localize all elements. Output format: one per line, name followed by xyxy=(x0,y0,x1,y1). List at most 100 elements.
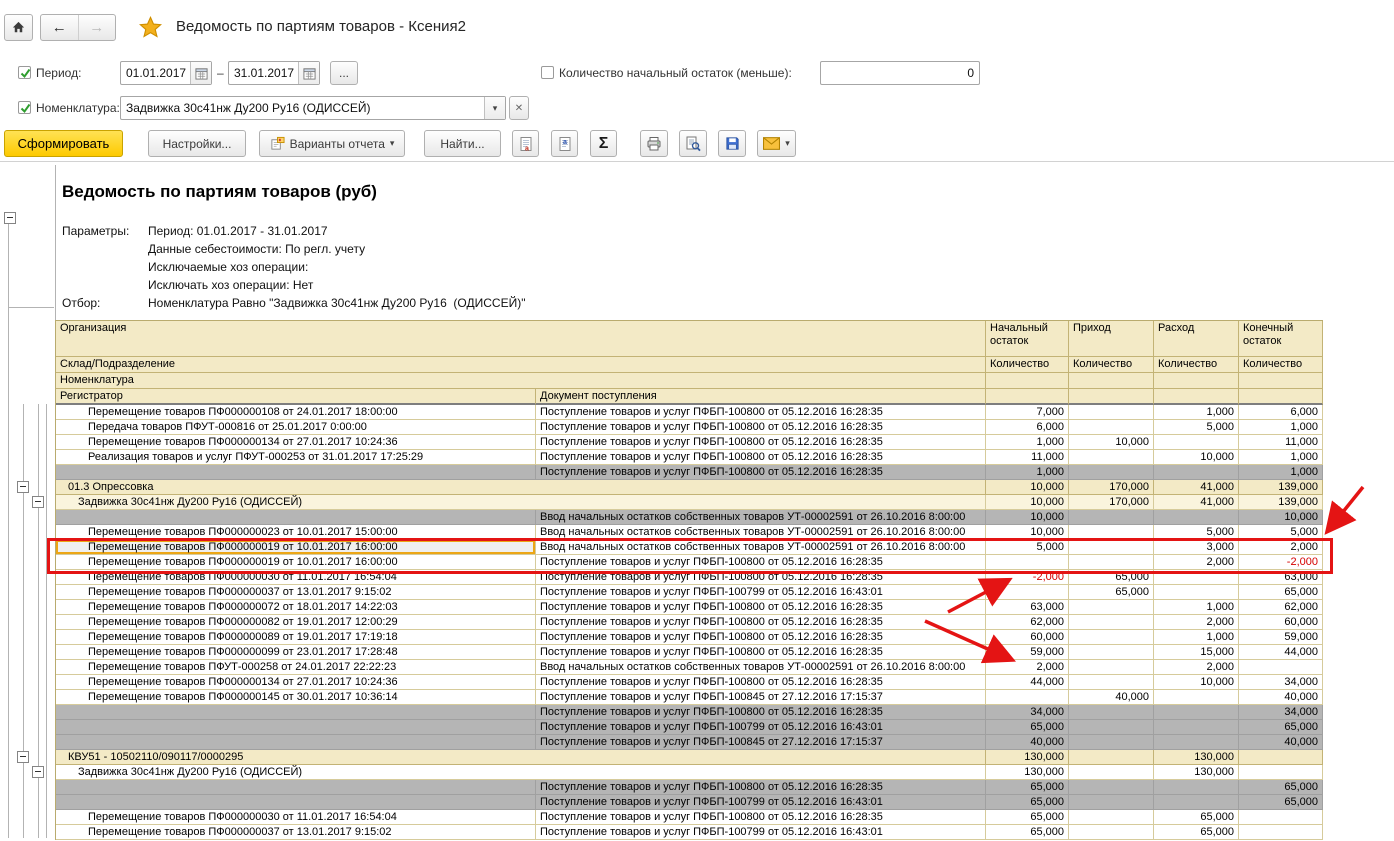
value-cell[interactable]: 34,000 xyxy=(1239,675,1323,690)
registrator-cell[interactable]: Перемещение товаров ПФ000000019 от 10.01… xyxy=(56,540,536,555)
value-cell[interactable]: 65,000 xyxy=(986,795,1069,810)
value-cell[interactable]: 2,000 xyxy=(1154,615,1239,630)
collapse-group-button[interactable] xyxy=(32,496,44,508)
registrator-cell[interactable]: Перемещение товаров ПФУТ-000258 от 24.01… xyxy=(56,660,536,675)
document-cell[interactable]: Поступление товаров и услуг ПФБП-100800 … xyxy=(536,555,986,570)
value-cell[interactable]: -2,000 xyxy=(1239,555,1323,570)
registrator-cell[interactable] xyxy=(56,795,536,810)
registrator-cell[interactable] xyxy=(56,705,536,720)
document-cell[interactable]: Поступление товаров и услуг ПФБП-100800 … xyxy=(536,645,986,660)
value-cell[interactable]: 2,000 xyxy=(1154,555,1239,570)
period-from-field[interactable]: 01.01.2017 xyxy=(120,61,212,85)
qty-threshold-checkbox[interactable] xyxy=(541,66,554,79)
registrator-cell[interactable]: Перемещение товаров ПФ000000030 от 11.01… xyxy=(56,570,536,585)
value-cell[interactable]: 5,000 xyxy=(1239,525,1323,540)
value-cell[interactable]: 1,000 xyxy=(986,465,1069,480)
value-cell[interactable]: 10,000 xyxy=(1239,510,1323,525)
registrator-cell[interactable]: Перемещение товаров ПФ000000108 от 24.01… xyxy=(56,405,536,420)
registrator-cell[interactable]: Перемещение товаров ПФ000000145 от 30.01… xyxy=(56,690,536,705)
value-cell[interactable]: 65,000 xyxy=(1239,795,1323,810)
value-cell[interactable]: 44,000 xyxy=(1239,645,1323,660)
value-cell[interactable]: 1,000 xyxy=(1154,600,1239,615)
value-cell[interactable]: 11,000 xyxy=(986,450,1069,465)
value-cell[interactable] xyxy=(1154,690,1239,705)
header-closing-balance[interactable]: Конечный остаток xyxy=(1239,321,1323,357)
value-cell[interactable] xyxy=(1069,720,1154,735)
value-cell[interactable] xyxy=(1069,450,1154,465)
registrator-cell[interactable] xyxy=(56,720,536,735)
value-cell[interactable]: 65,000 xyxy=(1239,585,1323,600)
value-cell[interactable] xyxy=(986,585,1069,600)
document-cell[interactable]: Поступление товаров и услуг ПФБП-100800 … xyxy=(536,675,986,690)
value-cell[interactable]: 59,000 xyxy=(986,645,1069,660)
value-cell[interactable]: 1,000 xyxy=(1154,630,1239,645)
header-qty[interactable]: Количество xyxy=(1239,357,1323,373)
value-cell[interactable]: 5,000 xyxy=(1154,420,1239,435)
value-cell[interactable]: 63,000 xyxy=(986,600,1069,615)
qty-threshold-value[interactable]: 0 xyxy=(821,66,979,80)
value-cell[interactable] xyxy=(1154,720,1239,735)
calendar-icon[interactable] xyxy=(190,62,211,84)
nomenclature-clear-button[interactable]: ✕ xyxy=(509,96,529,120)
registrator-cell[interactable] xyxy=(56,780,536,795)
value-cell[interactable]: 11,000 xyxy=(1239,435,1323,450)
generate-button[interactable]: Сформировать xyxy=(4,130,123,157)
document-cell[interactable]: Ввод начальных остатков собственных това… xyxy=(536,525,986,540)
value-cell[interactable] xyxy=(1069,420,1154,435)
value-cell[interactable]: 44,000 xyxy=(986,675,1069,690)
value-cell[interactable]: 41,000 xyxy=(1154,480,1239,495)
value-cell[interactable] xyxy=(1069,750,1154,765)
value-cell[interactable] xyxy=(1069,540,1154,555)
value-cell[interactable] xyxy=(1154,735,1239,750)
document-cell[interactable]: Поступление товаров и услуг ПФБП-100800 … xyxy=(536,705,986,720)
value-cell[interactable]: 65,000 xyxy=(1154,825,1239,840)
value-cell[interactable]: 63,000 xyxy=(1239,570,1323,585)
value-cell[interactable]: 139,000 xyxy=(1239,480,1323,495)
value-cell[interactable]: 130,000 xyxy=(986,765,1069,780)
document-cell[interactable]: Поступление товаров и услуг ПФБП-100845 … xyxy=(536,735,986,750)
value-cell[interactable]: 130,000 xyxy=(986,750,1069,765)
value-cell[interactable]: 170,000 xyxy=(1069,480,1154,495)
home-button[interactable] xyxy=(4,14,33,41)
header-empty[interactable] xyxy=(986,373,1069,389)
value-cell[interactable]: 65,000 xyxy=(986,780,1069,795)
value-cell[interactable] xyxy=(1069,675,1154,690)
period-to-value[interactable]: 31.01.2017 xyxy=(229,66,298,80)
value-cell[interactable]: 1,000 xyxy=(1239,465,1323,480)
header-nomenclature[interactable]: Номенклатура xyxy=(56,373,986,389)
header-empty[interactable] xyxy=(986,389,1069,405)
document-cell[interactable]: Поступление товаров и услуг ПФБП-100800 … xyxy=(536,435,986,450)
value-cell[interactable]: 65,000 xyxy=(986,825,1069,840)
value-cell[interactable] xyxy=(1154,510,1239,525)
value-cell[interactable] xyxy=(1069,660,1154,675)
registrator-cell[interactable]: Перемещение товаров ПФ000000037 от 13.01… xyxy=(56,585,536,600)
value-cell[interactable]: 2,000 xyxy=(1239,540,1323,555)
value-cell[interactable] xyxy=(1069,510,1154,525)
value-cell[interactable]: 62,000 xyxy=(1239,600,1323,615)
value-cell[interactable]: 59,000 xyxy=(1239,630,1323,645)
value-cell[interactable] xyxy=(1154,780,1239,795)
header-qty[interactable]: Количество xyxy=(986,357,1069,373)
group-cell[interactable]: Задвижка 30с41нж Ду200 Ру16 (ОДИССЕЙ) xyxy=(56,495,986,510)
header-organization[interactable]: Организация xyxy=(56,321,986,357)
period-from-value[interactable]: 01.01.2017 xyxy=(121,66,190,80)
value-cell[interactable]: 40,000 xyxy=(986,735,1069,750)
value-cell[interactable] xyxy=(1154,585,1239,600)
value-cell[interactable] xyxy=(1069,780,1154,795)
value-cell[interactable]: 1,000 xyxy=(986,435,1069,450)
value-cell[interactable]: 5,000 xyxy=(986,540,1069,555)
value-cell[interactable] xyxy=(1239,750,1323,765)
registrator-cell[interactable]: Перемещение товаров ПФ000000023 от 10.01… xyxy=(56,525,536,540)
document-cell[interactable]: Поступление товаров и услуг ПФБП-100845 … xyxy=(536,690,986,705)
nomenclature-value[interactable]: Задвижка 30с41нж Ду200 Ру16 (ОДИССЕЙ) xyxy=(121,101,484,115)
registrator-cell[interactable]: Перемещение товаров ПФ000000099 от 23.01… xyxy=(56,645,536,660)
header-empty[interactable] xyxy=(1069,389,1154,405)
value-cell[interactable]: 65,000 xyxy=(1239,780,1323,795)
value-cell[interactable]: 10,000 xyxy=(1069,435,1154,450)
value-cell[interactable]: 60,000 xyxy=(986,630,1069,645)
value-cell[interactable] xyxy=(1069,630,1154,645)
value-cell[interactable]: 34,000 xyxy=(986,705,1069,720)
value-cell[interactable]: 3,000 xyxy=(1154,540,1239,555)
value-cell[interactable] xyxy=(1069,825,1154,840)
value-cell[interactable]: 130,000 xyxy=(1154,750,1239,765)
